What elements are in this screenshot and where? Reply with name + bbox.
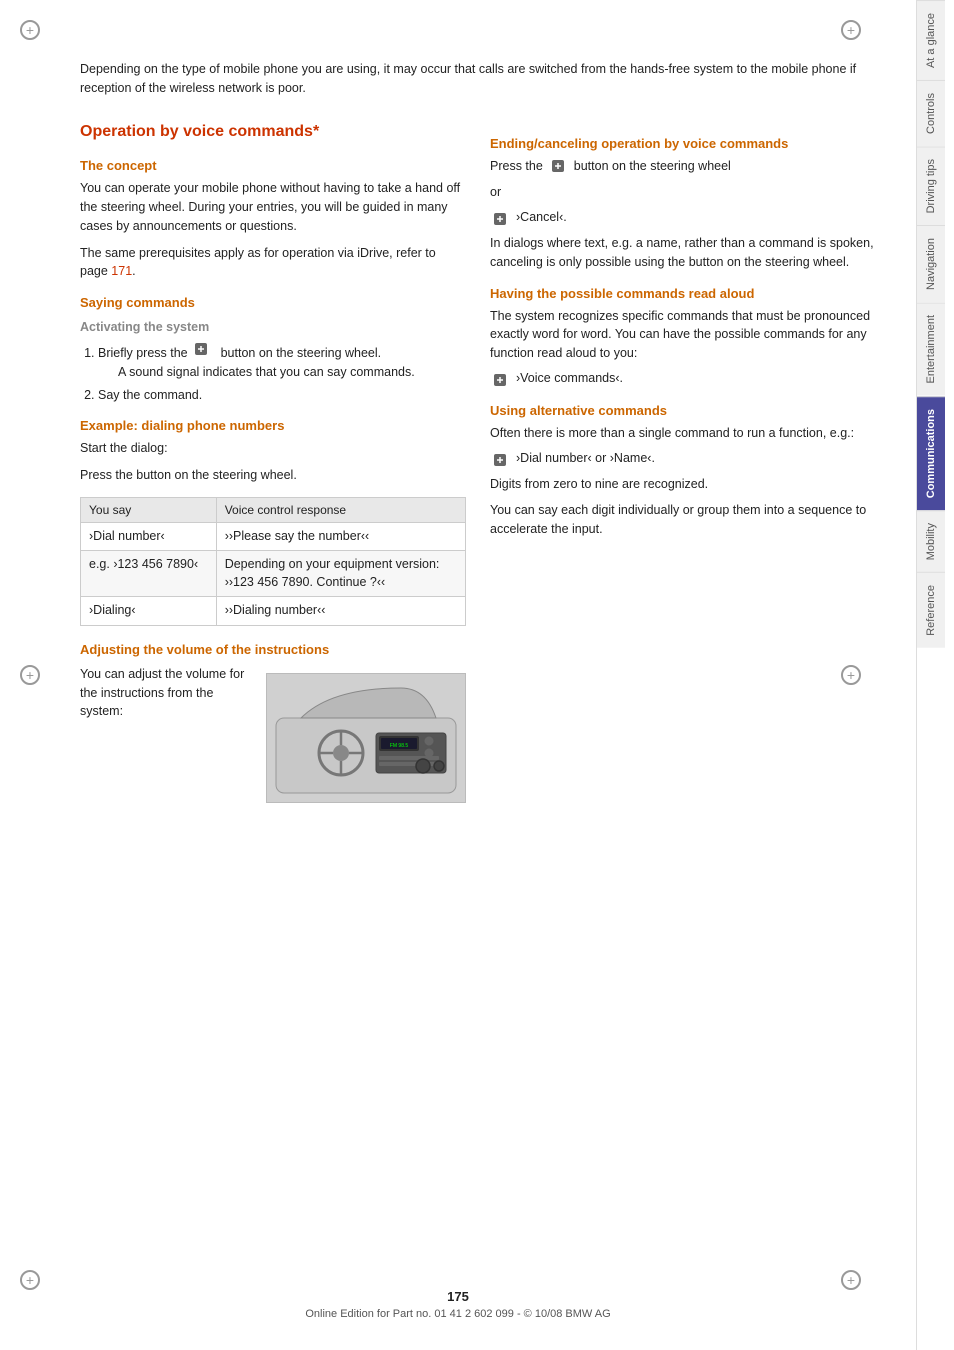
table-cell-you-say: ›Dialing‹ <box>81 597 217 626</box>
right-sidebar: At a glanceControlsDriving tipsNavigatio… <box>916 0 954 1350</box>
voice-cmd-row-voice-cmds: ›Voice commands‹. <box>490 371 876 389</box>
example-press: Press the button on the steering wheel. <box>80 466 466 485</box>
voice-cmds-text: ›Voice commands‹. <box>516 371 623 385</box>
corner-marker-mid-l <box>20 665 40 685</box>
right-column: Ending/canceling operation by voice comm… <box>490 122 876 803</box>
example-start: Start the dialog: <box>80 439 466 458</box>
car-stereo-image: FM 98.5 <box>266 673 466 803</box>
sidebar-tab-at-a-glance[interactable]: At a glance <box>917 0 945 80</box>
table-cell-you-say: ›Dial number‹ <box>81 522 217 551</box>
corner-marker-bl <box>20 1270 40 1290</box>
sidebar-tab-mobility[interactable]: Mobility <box>917 510 945 572</box>
possible-cmds-para1: The system recognizes specific commands … <box>490 307 876 363</box>
voice-button-icon-2 <box>549 158 567 174</box>
voice-icon-voice-cmds <box>490 371 510 389</box>
alternative-para1: Often there is more than a single comman… <box>490 424 876 443</box>
table-row: ›Dial number‹››Please say the number‹‹ <box>81 522 466 551</box>
main-content: Depending on the type of mobile phone yo… <box>0 0 916 1350</box>
sidebar-tab-controls[interactable]: Controls <box>917 80 945 146</box>
dialog-table: You say Voice control response ›Dial num… <box>80 497 466 626</box>
page-footer: 175 Online Edition for Part no. 01 41 2 … <box>0 1289 916 1320</box>
alternative-para3: You can say each digit individually or g… <box>490 501 876 539</box>
corner-marker-mid-r <box>841 665 861 685</box>
two-column-layout: Operation by voice commands* The concept… <box>80 122 876 803</box>
intro-text: Depending on the type of mobile phone yo… <box>80 60 876 98</box>
activating-steps: Briefly press the button on the steering… <box>98 340 466 404</box>
cancel-cmd-row: ›Cancel‹. <box>490 210 876 228</box>
ending-heading: Ending/canceling operation by voice comm… <box>490 136 876 151</box>
table-row: ›Dialing‹››Dialing number‹‹ <box>81 597 466 626</box>
table-row: e.g. ›123 456 7890‹Depending on your equ… <box>81 551 466 597</box>
step-2: Say the command. <box>98 386 466 405</box>
step-1: Briefly press the button on the steering… <box>98 340 466 382</box>
sidebar-tab-driving-tips[interactable]: Driving tips <box>917 146 945 225</box>
table-cell-response: ››Dialing number‹‹ <box>216 597 465 626</box>
section-title: Operation by voice commands* <box>80 122 466 143</box>
ending-para1: Press the button on the steering wheel <box>490 157 876 176</box>
page-wrapper: Depending on the type of mobile phone yo… <box>0 0 954 1350</box>
svg-text:FM 98.5: FM 98.5 <box>390 743 409 749</box>
corner-marker-tl <box>20 20 40 40</box>
concept-para1: You can operate your mobile phone withou… <box>80 179 466 235</box>
sidebar-tab-reference[interactable]: Reference <box>917 572 945 648</box>
voice-icon-alt <box>490 451 510 469</box>
alternative-heading: Using alternative commands <box>490 403 876 418</box>
alternative-para2: Digits from zero to nine are recognized. <box>490 475 876 494</box>
corner-marker-tr <box>841 20 861 40</box>
adjusting-text: You can adjust the volume for the instru… <box>80 665 246 721</box>
voice-button-icon <box>191 340 211 358</box>
table-cell-you-say: e.g. ›123 456 7890‹ <box>81 551 217 597</box>
table-col1-header: You say <box>81 497 217 522</box>
possible-cmds-heading: Having the possible commands read aloud <box>490 286 876 301</box>
voice-icon-cancel <box>490 210 510 228</box>
activating-heading: Activating the system <box>80 320 466 334</box>
page-link[interactable]: 171 <box>111 264 132 278</box>
footer-text: Online Edition for Part no. 01 41 2 602 … <box>305 1308 610 1320</box>
alt-cmd-text: ›Dial number‹ or ›Name‹. <box>516 451 655 465</box>
saying-commands-heading: Saying commands <box>80 295 466 310</box>
step1-sub: A sound signal indicates that you can sa… <box>118 363 466 382</box>
bottom-section: You can adjust the volume for the instru… <box>80 665 466 803</box>
concept-para2: The same prerequisites apply as for oper… <box>80 244 466 282</box>
alt-cmd-row: ›Dial number‹ or ›Name‹. <box>490 451 876 469</box>
example-heading: Example: dialing phone numbers <box>80 418 466 433</box>
cancel-cmd-text: ›Cancel‹. <box>516 210 567 224</box>
concept-heading: The concept <box>80 158 466 173</box>
ending-or: or <box>490 183 876 202</box>
page-number: 175 <box>0 1289 916 1304</box>
table-cell-response: Depending on your equipment version: ››1… <box>216 551 465 597</box>
left-column: Operation by voice commands* The concept… <box>80 122 466 803</box>
adjusting-heading: Adjusting the volume of the instructions <box>80 642 466 657</box>
sidebar-tab-communications[interactable]: Communications <box>917 396 945 510</box>
ending-para2: In dialogs where text, e.g. a name, rath… <box>490 234 876 272</box>
sidebar-tab-entertainment[interactable]: Entertainment <box>917 302 945 395</box>
table-col2-header: Voice control response <box>216 497 465 522</box>
sidebar-tab-navigation[interactable]: Navigation <box>917 225 945 302</box>
table-cell-response: ››Please say the number‹‹ <box>216 522 465 551</box>
corner-marker-br <box>841 1270 861 1290</box>
adjusting-text-block: You can adjust the volume for the instru… <box>80 665 246 729</box>
